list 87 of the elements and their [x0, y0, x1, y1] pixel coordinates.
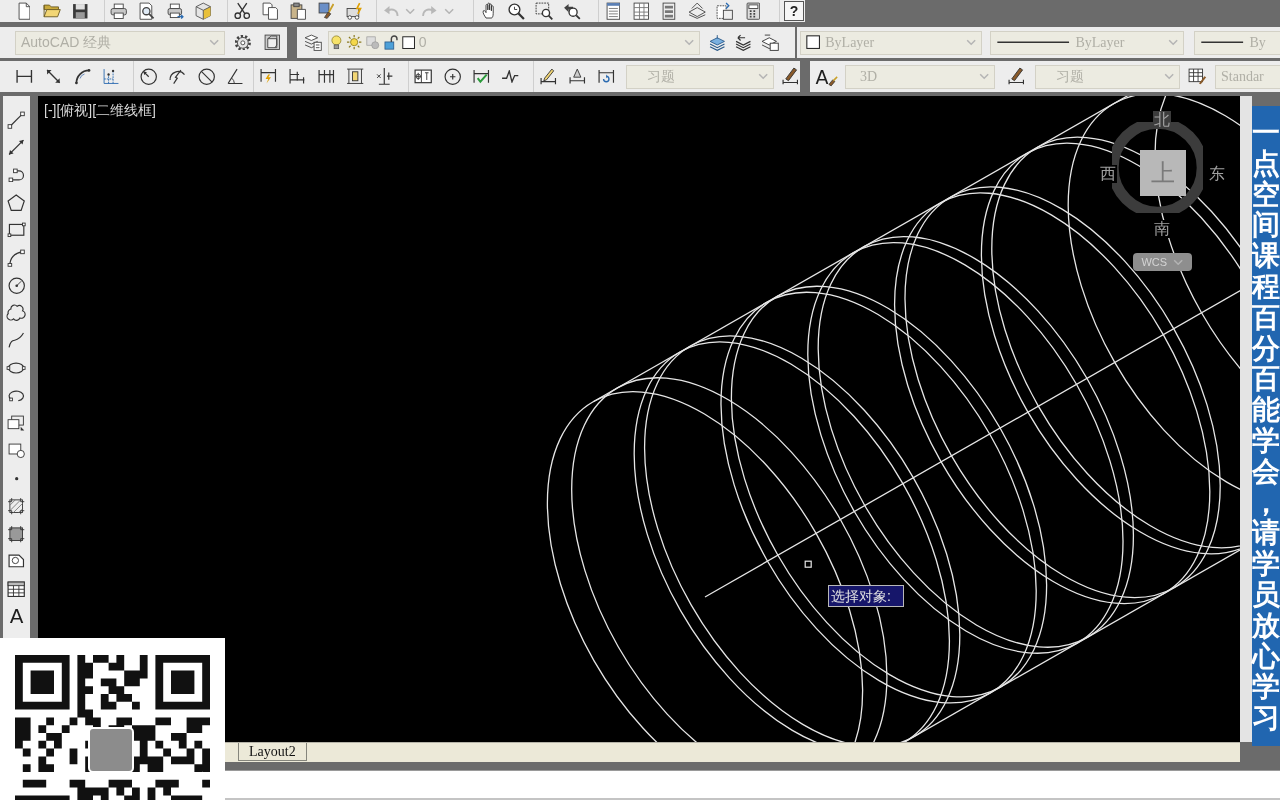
command-line-field[interactable]	[225, 770, 1280, 800]
text-style-button[interactable]: A	[815, 66, 839, 87]
point-icon[interactable]	[13, 475, 20, 482]
compass-label[interactable]: 西	[1099, 165, 1117, 183]
cube-icon[interactable]	[194, 1, 212, 21]
ucs-menu-button[interactable]: WCS	[1133, 253, 1192, 271]
dimension-break-icon[interactable]	[375, 67, 394, 86]
center-mark-icon[interactable]	[443, 67, 462, 86]
photo-placeholder	[88, 727, 134, 773]
table-style-icon[interactable]	[1188, 67, 1208, 86]
gradient-icon[interactable]	[7, 524, 26, 543]
quick-dimension-icon[interactable]	[260, 68, 277, 85]
layer-stack-icon[interactable]	[708, 33, 726, 52]
new-file-icon[interactable]	[17, 1, 31, 21]
copy-icon[interactable]	[261, 1, 279, 21]
dimension-space-icon[interactable]	[346, 68, 365, 85]
vertical-banner: 一点空间课程百分百能学会，请学员放心学习	[1252, 106, 1280, 746]
inspection-icon[interactable]	[473, 69, 490, 84]
clipboard-icon[interactable]	[289, 1, 307, 21]
baseline-dimension-icon[interactable]	[289, 68, 306, 85]
hand-icon[interactable]	[481, 2, 495, 20]
toolbar-window-icon[interactable]	[263, 34, 281, 51]
construction-line-icon[interactable]	[8, 139, 25, 156]
compass-label[interactable]: 东	[1208, 165, 1226, 183]
diameter-icon[interactable]	[197, 67, 216, 86]
zoom-icon[interactable]	[507, 2, 525, 20]
printer-icon[interactable]	[110, 2, 128, 20]
polygon-icon[interactable]	[7, 193, 26, 212]
text-tool-button[interactable]: A	[9, 605, 24, 628]
jogged-linear-icon[interactable]	[501, 70, 520, 83]
radius-icon[interactable]	[139, 67, 158, 86]
linear-dimension-icon[interactable]	[16, 69, 33, 84]
spline-icon[interactable]	[8, 332, 25, 349]
viewcube-face[interactable]: 上	[1140, 150, 1186, 196]
aligned-dimension-icon[interactable]	[46, 69, 61, 84]
paintbrush-icon[interactable]	[317, 2, 335, 20]
paintbrush-icon[interactable]	[828, 75, 839, 87]
markup-icon[interactable]	[716, 1, 734, 21]
help-button[interactable]: ?	[784, 1, 804, 21]
dimension-style-icon[interactable]	[1007, 67, 1025, 86]
grid-panel-icon[interactable]	[632, 1, 650, 21]
pickbox-icon	[804, 560, 813, 569]
print-preview-icon[interactable]	[139, 1, 155, 21]
vertical-scrollbar[interactable]	[1240, 96, 1252, 742]
continue-dimension-icon[interactable]	[318, 69, 335, 84]
gear-icon[interactable]	[235, 34, 251, 51]
dimension-text-edit-icon[interactable]	[569, 68, 586, 85]
layout-tab[interactable]: Layout2	[238, 743, 307, 761]
hatch-icon[interactable]	[7, 496, 26, 516]
table-icon[interactable]	[7, 580, 26, 598]
ordinate-dimension-icon[interactable]	[103, 68, 120, 85]
dimension-edit-icon[interactable]	[540, 67, 557, 86]
tool-palette-icon[interactable]	[662, 1, 676, 21]
insert-block-icon[interactable]	[7, 415, 26, 432]
layer-previous-icon[interactable]	[761, 33, 780, 52]
dimension-style-icon[interactable]	[781, 67, 799, 86]
drawing-canvas[interactable]: [-][俯视][二维线框] 北 西 上 东 南 WCS 选择对象:	[38, 96, 1240, 742]
printer-arrow-icon[interactable]	[166, 2, 184, 20]
viewport-controls-label[interactable]: [-][俯视][二维线框]	[44, 101, 156, 119]
circle-icon[interactable]	[7, 276, 26, 295]
calculator-icon[interactable]	[745, 1, 761, 21]
cloud-icon[interactable]	[6, 304, 27, 322]
properties-palette-icon[interactable]	[605, 1, 621, 21]
angular-dimension-icon[interactable]	[227, 68, 244, 85]
dimension-update-icon[interactable]	[598, 69, 615, 84]
zoom-window-icon[interactable]	[534, 1, 554, 21]
block-bolt-icon[interactable]	[346, 1, 362, 21]
command-tooltip: 选择对象:	[828, 585, 904, 607]
scissors-icon[interactable]	[233, 2, 251, 20]
line-icon[interactable]	[7, 110, 26, 129]
zoom-previous-icon[interactable]	[563, 2, 581, 20]
region-icon[interactable]	[8, 554, 25, 569]
polyline-icon[interactable]	[8, 167, 25, 183]
sheet-stack-icon[interactable]	[687, 2, 707, 20]
ellipse-arc-icon[interactable]	[8, 389, 25, 402]
arc-icon[interactable]	[7, 248, 26, 267]
compass-label[interactable]: 南	[1153, 220, 1171, 238]
layer-list-icon[interactable]	[303, 33, 323, 52]
make-block-icon[interactable]	[7, 443, 26, 459]
compass-label[interactable]: 北	[1153, 111, 1171, 129]
open-folder-icon[interactable]	[42, 4, 62, 18]
tolerance-icon[interactable]	[414, 69, 433, 84]
ellipse-icon[interactable]	[6, 362, 27, 375]
jogged-radius-icon[interactable]	[169, 68, 186, 85]
rectangle-icon[interactable]	[6, 222, 27, 238]
arc-length-icon[interactable]	[73, 67, 92, 86]
layer-arrow-icon[interactable]	[735, 33, 752, 52]
